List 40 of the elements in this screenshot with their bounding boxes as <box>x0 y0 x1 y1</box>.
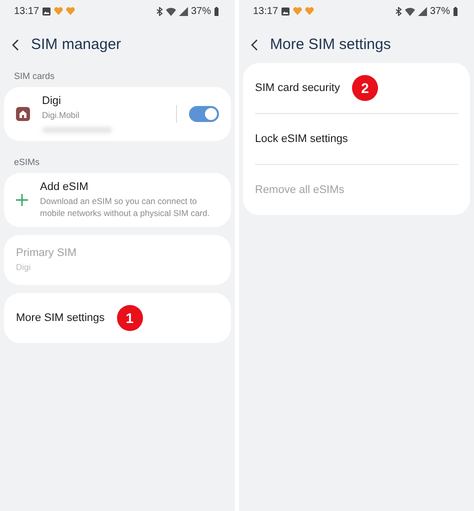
item-subtitle: Digi <box>16 261 32 273</box>
item-title: Add eSIM <box>40 181 90 193</box>
back-icon[interactable] <box>251 38 258 50</box>
plus-icon <box>16 194 28 206</box>
item-title: More SIM settings <box>16 312 105 324</box>
settings-item[interactable]: Lock eSIM settings <box>255 113 458 164</box>
clock: 13:17 <box>253 6 278 16</box>
back-icon[interactable] <box>12 38 19 50</box>
toggle-switch[interactable] <box>189 106 219 122</box>
bluetooth-icon <box>394 6 402 16</box>
bluetooth-icon <box>156 6 163 16</box>
step-number: 1 <box>116 305 143 331</box>
screen-title: More SIM settings <box>270 36 391 53</box>
item-title: Primary SIM <box>16 247 78 259</box>
step-number: 2 <box>352 75 378 101</box>
wifi-icon <box>404 6 415 16</box>
item-title: Remove all eSIMs <box>255 184 346 196</box>
image-icon <box>42 6 52 16</box>
item-subtitle: Download an eSIM so you can connect to mobile networks without a physical SIM card. <box>40 195 211 219</box>
battery-level: 37% <box>190 6 211 16</box>
wifi-icon <box>166 6 176 16</box>
image-icon <box>281 6 290 16</box>
item-title: Lock eSIM settings <box>255 133 349 145</box>
settings-item[interactable]: SIM card security 2 <box>255 63 458 113</box>
item-subtitle: Digi.Mobil <box>42 109 80 121</box>
settings-item[interactable]: Digi Digi.Mobil <box>16 87 219 141</box>
settings-item[interactable]: Add eSIM Download an eSIM so you can connect to mobile networks without a physical SIM card. <box>16 173 219 227</box>
signal-icon <box>418 6 427 16</box>
clock: 13:17 <box>14 6 40 16</box>
section-header: eSIMs <box>13 156 41 169</box>
battery-icon <box>453 6 458 16</box>
battery-level: 37% <box>430 6 450 16</box>
signal-icon <box>178 6 188 16</box>
item-title: SIM card security <box>255 82 340 94</box>
section-header: SIM cards <box>13 70 56 83</box>
screen-title: SIM manager <box>31 36 122 53</box>
battery-icon <box>214 6 219 16</box>
item-title: Digi <box>42 95 62 107</box>
home-icon <box>16 107 30 121</box>
settings-item[interactable]: More SIM settings 1 <box>16 293 219 343</box>
